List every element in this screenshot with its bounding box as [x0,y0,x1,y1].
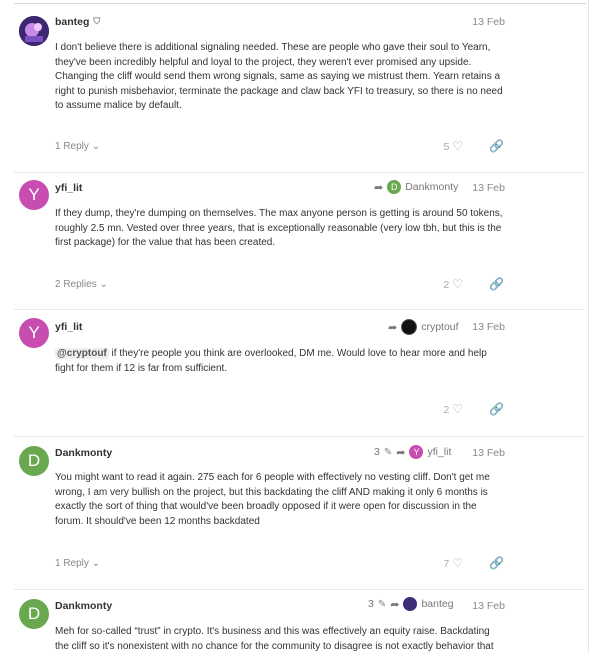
avatar[interactable]: Y [19,318,49,348]
reply-to-name: cryptouf [421,321,459,333]
chevron-down-icon: ⌄ [91,558,101,569]
reply-to-name: banteg [421,598,454,610]
username[interactable]: Dankmonty [55,600,112,612]
post-yfi-lit-1: Y yfi_lit ➦ D Dankmonty 13 Feb If they d… [0,172,590,309]
reply-to-name: yfi_lit [427,446,452,458]
post-date[interactable]: 13 Feb [472,321,505,333]
username[interactable]: yfi_lit [55,321,82,333]
post-date[interactable]: 13 Feb [472,600,505,612]
reply-arrow-icon: ➦ [396,446,406,459]
avatar[interactable]: D [19,446,49,476]
reply-to[interactable]: 3 ✎ ➦ Y yfi_lit [374,445,451,459]
heart-icon: ♡ [452,402,463,416]
post-date[interactable]: 13 Feb [472,447,505,459]
chevron-down-icon: ⌄ [99,279,108,290]
reply-to-avatar [401,319,418,335]
post-body: I don't believe there is additional sign… [55,41,505,114]
link-icon[interactable]: 🔗 [489,402,504,416]
avatar[interactable]: D [19,599,49,629]
reply-to[interactable]: ➦ cryptouf [388,319,459,335]
heart-icon: ♡ [452,139,463,153]
edit-count: 3 [374,446,380,458]
link-icon[interactable]: 🔗 [489,556,504,570]
post-paragraph: Meh for so-called “trust” in crypto. It'… [55,626,494,652]
shield-icon: ⛉ [93,16,101,26]
mention-link[interactable]: @cryptouf [55,348,109,359]
link-icon[interactable]: 🔗 [489,277,504,291]
replies-button[interactable]: 1 Reply ⌄ [55,558,100,569]
banteg-avatar-image [19,16,49,46]
username[interactable]: Dankmonty [55,447,112,459]
edit-count: 3 [368,598,374,610]
avatar[interactable] [19,16,49,46]
post-body: You might want to read it again. 275 eac… [55,471,505,529]
reply-to-avatar [403,597,418,611]
username[interactable]: banteg ⛉ [55,16,100,28]
link-icon[interactable]: 🔗 [489,139,504,153]
post-paragraph: If they dump, they're dumping on themsel… [55,208,503,248]
post-dankmonty-2: D Dankmonty 3 ✎ ➦ banteg 13 Feb Meh for … [0,589,590,653]
replies-button[interactable]: 1 Reply ⌄ [55,141,100,152]
post-yfi-lit-2: Y yfi_lit ➦ cryptouf 13 Feb @cryptouf if… [0,309,590,436]
chevron-down-icon: ⌄ [91,141,101,152]
reply-arrow-icon: ➦ [390,598,400,611]
heart-icon: ♡ [452,277,463,291]
post-body: If they dump, they're dumping on themsel… [55,207,505,251]
pencil-icon: ✎ [377,598,387,610]
like-button[interactable]: 2 ♡ [443,277,463,291]
post-dankmonty-1: D Dankmonty 3 ✎ ➦ Y yfi_lit 13 Feb You m… [0,436,590,589]
post-paragraph: You might want to read it again. 275 eac… [55,472,490,527]
reply-to[interactable]: ➦ D Dankmonty [374,180,458,194]
pencil-icon: ✎ [383,446,393,458]
post-date[interactable]: 13 Feb [472,182,505,194]
reply-arrow-icon: ➦ [388,321,398,334]
heart-icon: ♡ [452,556,463,570]
post-date[interactable]: 13 Feb [472,16,505,28]
replies-button[interactable]: 2 Replies ⌄ [55,279,108,290]
reply-arrow-icon: ➦ [374,181,384,194]
reply-to-avatar: D [387,180,402,194]
avatar[interactable]: Y [19,180,49,210]
post-body: Meh for so-called “trust” in crypto. It'… [55,625,505,653]
reply-to[interactable]: 3 ✎ ➦ banteg [368,597,454,611]
post-body: @cryptouf if they're people you think ar… [55,347,505,376]
like-button[interactable]: 2 ♡ [443,402,463,416]
reply-to-avatar: Y [409,445,424,459]
reply-to-name: Dankmonty [405,181,459,193]
post-banteg: banteg ⛉ 13 Feb I don't believe there is … [0,0,590,172]
post-paragraph: @cryptouf if they're people you think ar… [55,348,487,374]
like-button[interactable]: 7 ♡ [443,556,463,570]
username[interactable]: yfi_lit [55,182,82,194]
post-paragraph: I don't believe there is additional sign… [55,42,503,111]
like-button[interactable]: 5 ♡ [443,139,463,153]
